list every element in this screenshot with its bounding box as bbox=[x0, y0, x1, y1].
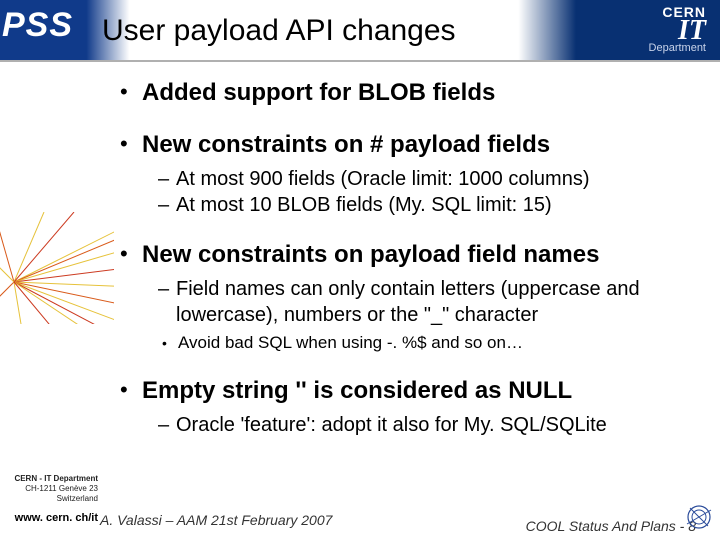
bullet-4-sub-1: Oracle 'feature': adopt it also for My. … bbox=[158, 412, 706, 438]
bullet-1-text: Added support for BLOB fields bbox=[142, 78, 706, 108]
particle-burst-image bbox=[0, 212, 114, 324]
bullet-2-text: New constraints on # payload fields bbox=[142, 130, 706, 160]
slide: PSS User payload API changes CERN IT Dep… bbox=[0, 0, 720, 540]
address-block: CERN - IT Department CH-1211 Genève 23 S… bbox=[6, 474, 98, 504]
footer-right: COOL Status And Plans - 8 bbox=[526, 518, 696, 534]
cern-it-logo: CERN IT Department bbox=[649, 4, 706, 54]
bullet-list: Added support for BLOB fields New constr… bbox=[120, 78, 706, 438]
bullet-4-text: Empty string '' is considered as NULL bbox=[142, 376, 706, 406]
logo-it-text: IT bbox=[649, 20, 706, 42]
bullet-3: New constraints on payload field names F… bbox=[120, 240, 706, 354]
page-title: User payload API changes bbox=[102, 14, 456, 48]
pss-text: PSS bbox=[2, 6, 73, 44]
content-body: Added support for BLOB fields New constr… bbox=[120, 78, 706, 448]
bullet-1: Added support for BLOB fields bbox=[120, 78, 706, 108]
bullet-2-sub-1: At most 900 fields (Oracle limit: 1000 c… bbox=[158, 166, 706, 192]
bullet-2: New constraints on # payload fields At m… bbox=[120, 130, 706, 218]
site-url: www. cern. ch/it bbox=[2, 512, 98, 524]
bullet-3-sub-sub-1: Avoid bad SQL when using -. %$ and so on… bbox=[162, 332, 706, 354]
logo-dept-text: Department bbox=[649, 42, 706, 54]
address-line-2: CH-1211 Genève 23 bbox=[6, 484, 98, 494]
footer-left: A. Valassi – AAM 21st February 2007 bbox=[100, 512, 332, 528]
bullet-2-sub-2: At most 10 BLOB fields (My. SQL limit: 1… bbox=[158, 192, 706, 218]
header-bar: PSS User payload API changes CERN IT Dep… bbox=[0, 0, 720, 62]
header-rule bbox=[0, 60, 720, 62]
bullet-3-sub-1: Field names can only contain letters (up… bbox=[158, 276, 706, 328]
left-column: CERN - IT Department CH-1211 Genève 23 S… bbox=[0, 62, 98, 540]
cern-round-logo-icon bbox=[684, 502, 714, 532]
pss-logo: PSS bbox=[2, 6, 86, 50]
address-line-3: Switzerland bbox=[6, 494, 98, 504]
bullet-4: Empty string '' is considered as NULL Or… bbox=[120, 376, 706, 438]
footer: A. Valassi – AAM 21st February 2007 COOL… bbox=[100, 512, 712, 534]
address-line-1: CERN - IT Department bbox=[6, 474, 98, 484]
bullet-3-text: New constraints on payload field names bbox=[142, 240, 706, 270]
